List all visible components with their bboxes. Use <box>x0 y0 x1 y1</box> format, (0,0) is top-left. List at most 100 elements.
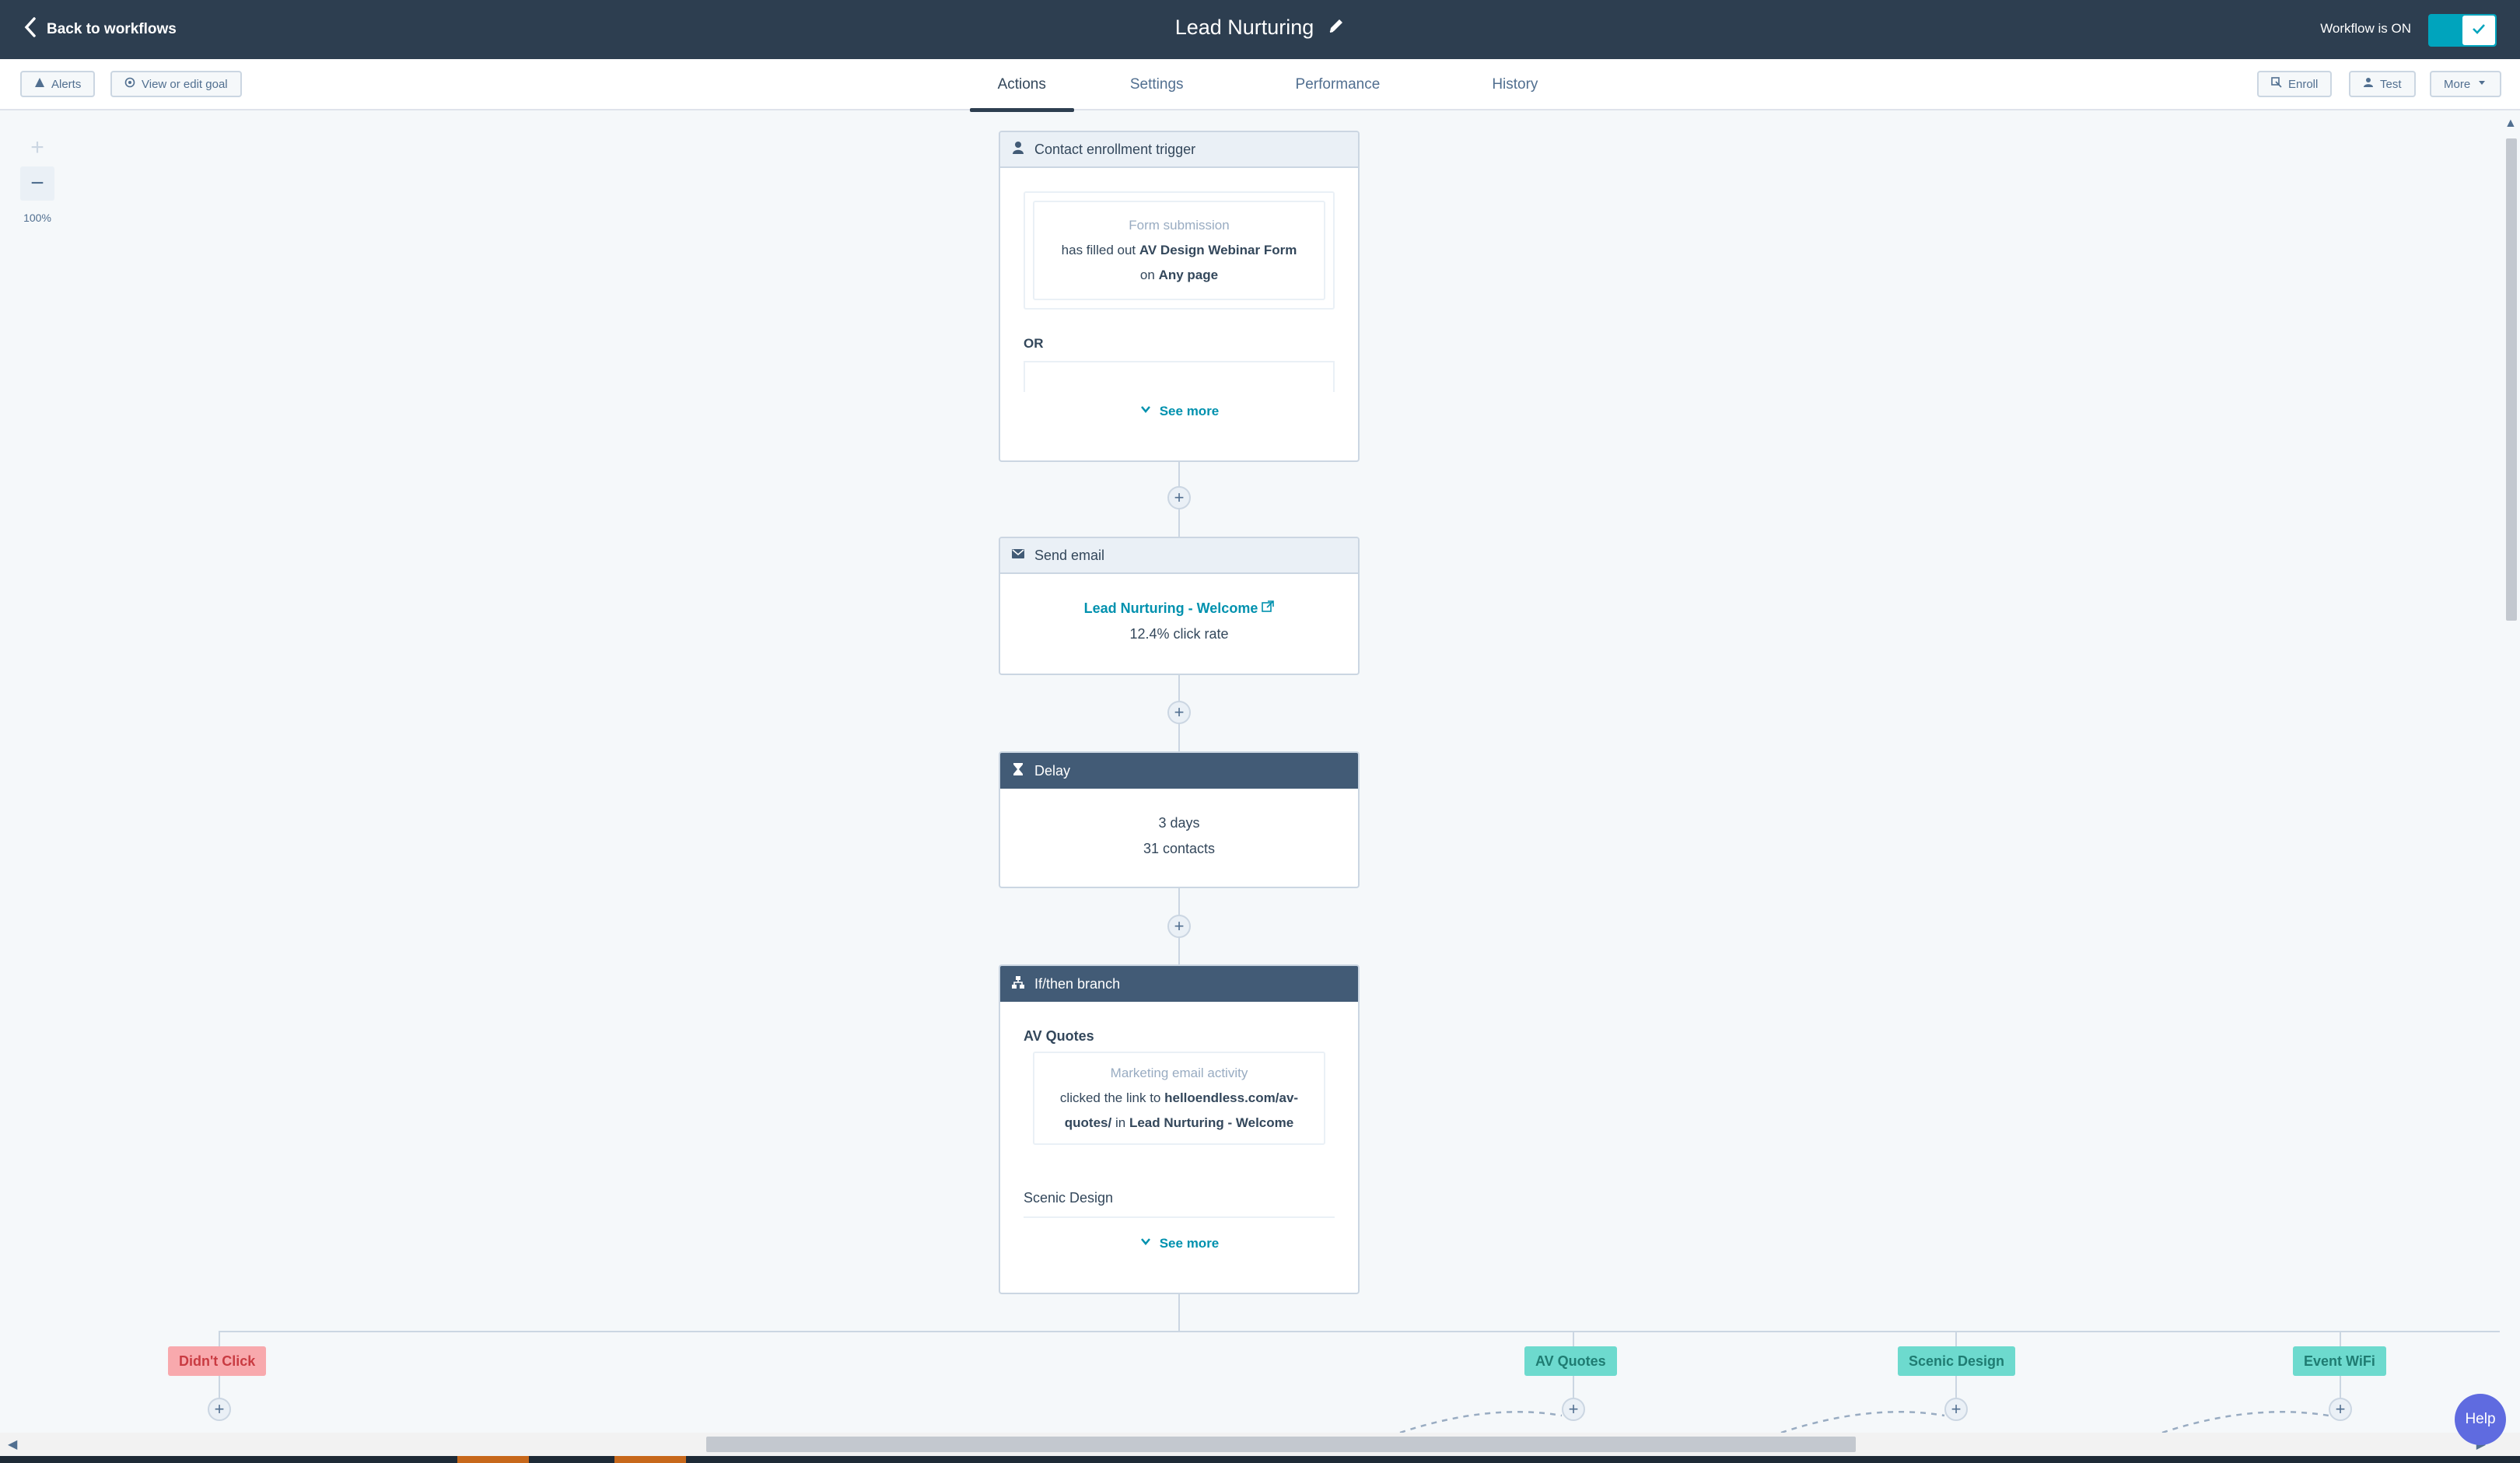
sub-navigation: Actions Settings Performance History Ale… <box>0 59 2520 112</box>
connector-line <box>219 1331 220 1348</box>
dashed-branch-curves <box>1399 1411 2329 1434</box>
warning-icon <box>34 77 45 91</box>
workflow-title[interactable]: Lead Nurturing <box>1175 16 1314 40</box>
condition-type: Marketing email activity <box>1110 1066 1248 1080</box>
add-action-button[interactable]: + <box>1167 915 1191 938</box>
card-title: Contact enrollment trigger <box>1034 141 1196 157</box>
view-edit-goal-button[interactable]: View or edit goal <box>110 71 242 97</box>
condition-text: on <box>1139 268 1155 282</box>
card-title: If/then branch <box>1034 975 1121 992</box>
branch-name: Scenic Design <box>1024 1190 1114 1206</box>
tab-actions[interactable]: Actions <box>969 59 1075 112</box>
click-rate: 12.4% click rate <box>1129 626 1229 642</box>
condition-text: in <box>1115 1115 1126 1130</box>
vertical-scrollbar[interactable]: ▲ <box>2500 110 2520 1433</box>
branch-icon <box>1011 975 1025 993</box>
more-dropdown[interactable]: More <box>2430 71 2502 97</box>
branch-tag-didnt-click[interactable]: Didn't Click <box>168 1346 267 1376</box>
enrollment-trigger-card[interactable]: Contact enrollment trigger Form submissi… <box>999 131 1360 462</box>
more-label: More <box>2444 77 2471 91</box>
user-icon <box>1011 141 1025 159</box>
tab-performance[interactable]: Performance <box>1268 59 1409 110</box>
add-action-button[interactable]: + <box>1167 701 1191 724</box>
scroll-up-arrow-icon[interactable]: ▲ <box>2504 117 2517 131</box>
taskbar-item <box>614 1456 686 1463</box>
faded-condition-box <box>1024 361 1335 392</box>
horizontal-scroll-thumb[interactable] <box>706 1437 1856 1452</box>
workflow-on-toggle[interactable] <box>2428 14 2497 47</box>
alerts-button[interactable]: Alerts <box>20 71 96 97</box>
enroll-button[interactable]: Enroll <box>2257 71 2333 97</box>
if-then-branch-card[interactable]: If/then branch AV Quotes Marketing email… <box>999 964 1360 1294</box>
connector-line <box>1178 1294 1180 1332</box>
branch-condition-box: Marketing email activity clicked the lin… <box>1024 1052 1335 1145</box>
see-more-link[interactable]: See more <box>1000 1235 1358 1251</box>
tab-history[interactable]: History <box>1464 59 1566 110</box>
chevron-down-icon <box>1139 1235 1152 1251</box>
zoom-level: 100% <box>23 212 51 224</box>
hourglass-icon <box>1011 762 1025 780</box>
goal-label: View or edit goal <box>142 77 228 91</box>
test-button[interactable]: Test <box>2349 71 2416 97</box>
condition-page: Any page <box>1158 268 1219 282</box>
branch-tag-scenic-design[interactable]: Scenic Design <box>1898 1346 2016 1376</box>
alerts-label: Alerts <box>51 77 82 91</box>
delay-contacts: 31 contacts <box>1143 841 1216 856</box>
card-header: Send email <box>1000 538 1358 574</box>
delay-body: 3 days 31 contacts <box>1000 810 1358 862</box>
condition-text: has filled out <box>1061 243 1136 257</box>
send-email-card[interactable]: Send email Lead Nurturing - Welcome 12.4… <box>999 537 1360 675</box>
help-button[interactable]: Help <box>2455 1394 2506 1445</box>
trigger-condition: Form submission has filled out AV Design… <box>1033 201 1325 300</box>
condition-form: AV Design Webinar Form <box>1139 243 1297 257</box>
enroll-icon <box>2271 77 2282 91</box>
pencil-icon[interactable] <box>1328 17 1345 38</box>
external-link-icon[interactable] <box>1262 600 1275 616</box>
chevron-down-icon <box>1139 403 1152 419</box>
toggle-knob <box>2462 16 2495 45</box>
trigger-condition-box: Form submission has filled out AV Design… <box>1024 191 1335 310</box>
connector-line <box>1573 1331 1574 1348</box>
condition-link: helloendless.com/av- <box>1164 1090 1299 1105</box>
email-name-link[interactable]: Lead Nurturing - Welcome <box>1084 600 1258 616</box>
delay-duration: 3 days <box>1158 815 1200 831</box>
see-more-label: See more <box>1159 1235 1220 1251</box>
condition-link: quotes/ <box>1064 1115 1112 1130</box>
card-header: If/then branch <box>1000 966 1358 1002</box>
target-icon <box>124 77 135 91</box>
add-action-button[interactable]: + <box>1167 486 1191 509</box>
branch-connector-line <box>219 1331 2505 1332</box>
tab-label: Settings <box>1129 76 1184 93</box>
condition-type: Form submission <box>1129 218 1230 233</box>
branch-tag-av-quotes[interactable]: AV Quotes <box>1524 1346 1617 1376</box>
condition-text: clicked the link to <box>1059 1090 1161 1105</box>
checkmark-icon <box>2471 21 2487 40</box>
card-title: Delay <box>1034 762 1071 779</box>
condition-email: Lead Nurturing - Welcome <box>1129 1115 1294 1130</box>
workflow-status-text: Workflow is ON <box>2320 21 2411 36</box>
horizontal-scrollbar[interactable]: ◀ ▶ <box>0 1433 2520 1456</box>
top-bar: Back to workflows Lead Nurturing Workflo… <box>0 0 2520 59</box>
taskbar-item <box>457 1456 529 1463</box>
connector-line <box>1955 1331 1957 1348</box>
envelope-icon <box>1011 547 1025 565</box>
branch-name: AV Quotes <box>1024 1028 1094 1044</box>
card-header: Delay <box>1000 753 1358 789</box>
tab-label: History <box>1492 76 1538 93</box>
scroll-left-arrow-icon[interactable]: ◀ <box>8 1437 17 1452</box>
zoom-out-button[interactable]: − <box>20 166 54 201</box>
branch-condition: Marketing email activity clicked the lin… <box>1033 1052 1325 1145</box>
see-more-label: See more <box>1159 403 1220 418</box>
zoom-in-button[interactable]: + <box>20 131 54 165</box>
card-title: Send email <box>1034 547 1105 563</box>
tab-label: Actions <box>997 76 1046 93</box>
zoom-controls: + − 100% <box>20 131 54 224</box>
vertical-scroll-thumb[interactable] <box>2506 138 2517 621</box>
delay-card[interactable]: Delay 3 days 31 contacts <box>999 751 1360 888</box>
see-more-link[interactable]: See more <box>1000 403 1358 419</box>
branch-tag-event-wifi[interactable]: Event WiFi <box>2293 1346 2386 1376</box>
tab-settings[interactable]: Settings <box>1102 59 1212 110</box>
divider <box>1024 1216 1335 1218</box>
tab-label: Performance <box>1295 76 1381 93</box>
user-icon <box>2363 77 2374 91</box>
